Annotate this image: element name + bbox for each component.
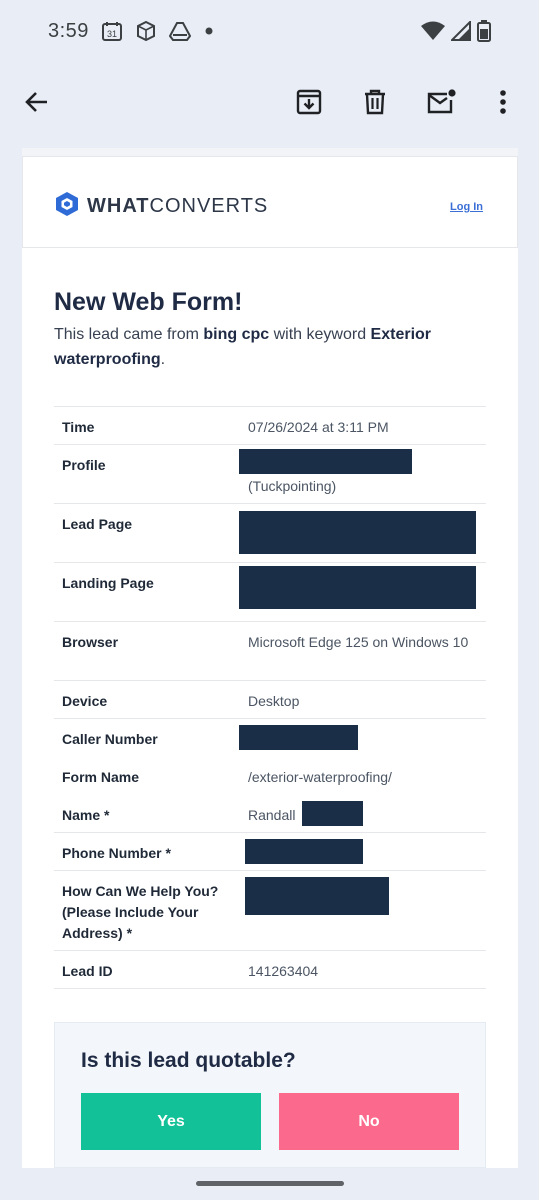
- redacted-block: [239, 449, 412, 474]
- table-row: Form Name /exterior-waterproofing/: [54, 757, 486, 795]
- table-row: Phone Number *: [54, 833, 486, 871]
- lead-details-table: Time 07/26/2024 at 3:11 PM Profile (Tuck…: [54, 406, 486, 989]
- brand-bold: WHAT: [87, 195, 150, 217]
- more-vert-icon: [499, 89, 507, 120]
- browser-label: Browser: [62, 634, 119, 650]
- table-row: Device Desktop: [54, 681, 486, 719]
- phone-number-label: Phone Number *: [62, 845, 171, 861]
- time-value: 07/26/2024 at 3:11 PM: [248, 419, 389, 435]
- redacted-block: [239, 725, 358, 750]
- dot-icon: [203, 25, 215, 37]
- email-content: WHATCONVERTS Log In New Web Form! This l…: [22, 148, 518, 1168]
- time-label: Time: [62, 419, 95, 435]
- quotable-panel: Is this lead quotable? Yes No: [54, 1022, 486, 1168]
- form-name-value: /exterior-waterproofing/: [248, 769, 392, 785]
- email-intro: This lead came from bing cpc with keywor…: [54, 326, 432, 368]
- table-row: Profile (Tuckpointing): [54, 445, 486, 504]
- drive-icon: [168, 20, 191, 42]
- table-row: Landing Page: [54, 563, 486, 622]
- lead-id-value: 141263404: [248, 963, 319, 979]
- yes-button[interactable]: Yes: [81, 1093, 261, 1150]
- table-row: Lead ID 141263404: [54, 951, 486, 989]
- wifi-icon: [421, 21, 445, 41]
- email-title: New Web Form!: [54, 288, 243, 316]
- table-row: Caller Number: [54, 719, 486, 757]
- caller-number-label: Caller Number: [62, 731, 158, 747]
- status-bar: 3:59 31: [0, 0, 539, 62]
- home-gesture-bar[interactable]: [196, 1181, 344, 1186]
- lead-source: bing cpc: [203, 326, 270, 343]
- name-label: Name *: [62, 807, 110, 823]
- table-row: Lead Page: [54, 504, 486, 563]
- status-time: 3:59: [48, 19, 89, 42]
- redacted-block: [245, 877, 389, 915]
- calendar-icon: 31: [101, 20, 123, 42]
- table-row: How Can We Help You? (Please Include You…: [54, 871, 486, 951]
- redacted-block: [239, 566, 476, 609]
- battery-icon: [477, 20, 491, 42]
- table-row: Browser Microsoft Edge 125 on Windows 10: [54, 622, 486, 681]
- table-row: Name * Randall: [54, 795, 486, 833]
- svg-text:31: 31: [107, 29, 117, 39]
- more-options-button[interactable]: [481, 82, 525, 126]
- lead-id-label: Lead ID: [62, 963, 113, 979]
- quotable-title: Is this lead quotable?: [81, 1049, 296, 1072]
- landing-page-label: Landing Page: [62, 575, 154, 591]
- whatconverts-logo: WHATCONVERTS: [55, 191, 268, 222]
- redacted-block: [302, 801, 363, 826]
- help-question-label: How Can We Help You? (Please Include You…: [62, 883, 219, 941]
- archive-icon: [296, 89, 322, 120]
- mark-unread-icon: [426, 88, 456, 120]
- redacted-block: [239, 511, 476, 554]
- signal-icon: [451, 21, 471, 41]
- brand-rest: CONVERTS: [149, 195, 269, 217]
- form-name-label: Form Name: [62, 769, 140, 785]
- mark-unread-button[interactable]: [419, 82, 463, 126]
- delete-button[interactable]: [353, 82, 397, 126]
- back-button[interactable]: [15, 82, 59, 126]
- whatconverts-logo-icon: [55, 191, 79, 222]
- device-label: Device: [62, 693, 108, 709]
- profile-label: Profile: [62, 457, 106, 473]
- email-toolbar: [0, 62, 539, 148]
- archive-button[interactable]: [287, 82, 331, 126]
- lead-page-label: Lead Page: [62, 516, 133, 532]
- table-row: Time 07/26/2024 at 3:11 PM: [54, 407, 486, 445]
- login-link[interactable]: Log In: [450, 201, 483, 213]
- box-icon: [135, 20, 157, 42]
- back-arrow-icon: [24, 89, 50, 120]
- device-value: Desktop: [248, 693, 300, 709]
- no-button[interactable]: No: [279, 1093, 459, 1150]
- browser-value: Microsoft Edge 125 on Windows 10: [248, 634, 469, 650]
- delete-icon: [363, 89, 387, 120]
- email-header: WHATCONVERTS Log In: [22, 156, 518, 248]
- redacted-block: [245, 839, 363, 864]
- email-body: New Web Form! This lead came from bing c…: [22, 248, 518, 1168]
- name-value: Randall: [248, 807, 296, 823]
